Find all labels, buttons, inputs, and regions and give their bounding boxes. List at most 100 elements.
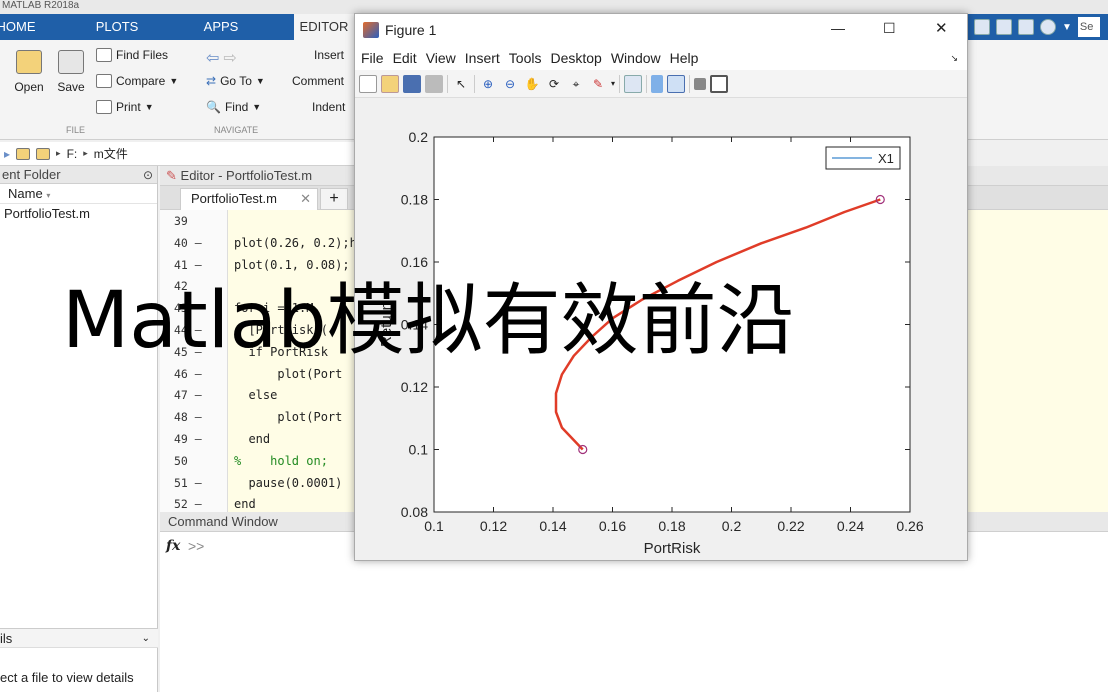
menu-edit[interactable]: Edit [393, 50, 417, 66]
menu-insert[interactable]: Insert [465, 50, 500, 66]
print-label: Print [116, 100, 141, 114]
name-column-header[interactable]: Name ▾ [0, 184, 157, 204]
open-file-icon[interactable] [381, 74, 399, 93]
chevron-down-icon[interactable]: ▾ [611, 79, 615, 88]
tab-home[interactable]: HOME [0, 14, 38, 40]
brush-icon[interactable]: ✎ [589, 75, 607, 93]
menu-help[interactable]: Help [670, 50, 699, 66]
find-button[interactable]: 🔍 Find ▼ [206, 100, 261, 114]
figure-titlebar[interactable]: Figure 1 — ☐ ✕ [355, 14, 967, 46]
code-line[interactable]: plot(Port [234, 367, 342, 381]
breadcrumb-drive[interactable]: F: [67, 147, 78, 161]
indent-button[interactable]: Indent [312, 100, 345, 114]
line-number: 48 — [174, 410, 202, 425]
menu-window[interactable]: Window [611, 50, 661, 66]
redo-icon[interactable] [996, 19, 1012, 35]
address-bar[interactable]: ▸ ▸ F: ▸ m文件 [0, 142, 360, 166]
print-button[interactable]: Print ▼ [96, 100, 154, 114]
save-button[interactable]: Save [54, 50, 88, 94]
legend-icon[interactable] [667, 74, 686, 93]
code-line[interactable]: plot(0.1, 0.08); [234, 258, 350, 272]
code-line[interactable]: plot(Port [234, 410, 342, 424]
y-tick-label: 0.2 [409, 129, 429, 145]
data-cursor-icon[interactable]: ⌖ [567, 75, 585, 93]
comment-button[interactable]: Comment [292, 74, 344, 88]
figure-window[interactable]: Figure 1 — ☐ ✕ File Edit View Insert Too… [354, 13, 968, 561]
pointer-icon[interactable]: ↖ [452, 75, 470, 93]
save-icon[interactable] [403, 74, 421, 93]
forward-arrow-icon[interactable]: ⇨ [223, 48, 236, 68]
insert-button[interactable]: Insert [314, 48, 344, 62]
code-line[interactable]: [PortRisk1( [234, 323, 327, 337]
rotate-icon[interactable]: ⟳ [545, 75, 563, 93]
panel-menu-icon[interactable]: ⊙ [143, 166, 153, 184]
x-tick-label: 0.24 [837, 518, 864, 534]
close-button[interactable]: ✕ [935, 19, 948, 37]
new-figure-icon[interactable] [359, 74, 377, 93]
y-tick-label: 0.12 [401, 379, 428, 395]
folder-icon[interactable] [16, 147, 31, 160]
new-tab-button[interactable]: + [320, 188, 348, 210]
zoom-in-icon[interactable]: ⊕ [479, 75, 497, 93]
y-tick-label: 0.18 [401, 192, 428, 208]
editor-title: Editor - PortfolioTest.m [180, 168, 313, 183]
menu-file[interactable]: File [361, 50, 384, 66]
compare-button[interactable]: Compare ▼ [96, 74, 178, 88]
close-icon[interactable]: ✕ [300, 189, 311, 209]
code-line[interactable]: pause(0.0001) [234, 476, 342, 490]
sort-icon: ▾ [46, 191, 51, 200]
tab-portfoliotest[interactable]: PortfolioTest.m ✕ [180, 188, 318, 210]
code-line[interactable]: if PortRisk [234, 345, 327, 359]
switch-windows-icon[interactable] [1018, 19, 1034, 35]
list-item[interactable]: PortfolioTest.m [0, 204, 157, 224]
code-line[interactable]: end [234, 432, 270, 446]
menu-view[interactable]: View [426, 50, 456, 66]
show-tools-icon[interactable] [710, 74, 729, 93]
folder-up-icon[interactable] [36, 147, 51, 160]
breadcrumb-folder[interactable]: m文件 [94, 145, 128, 162]
code-line[interactable]: else [234, 388, 277, 402]
figure-menubar: File Edit View Insert Tools Desktop Wind… [355, 46, 967, 70]
editor-icon: ✎ [166, 168, 177, 183]
minimize-button[interactable]: — [831, 20, 845, 36]
y-axis-label: Return [378, 302, 395, 347]
find-files-button[interactable]: Find Files [96, 48, 168, 62]
code-line[interactable]: end [234, 497, 256, 511]
fx-icon[interactable]: fx [166, 538, 180, 554]
chevron-right-icon: ▸ [83, 148, 88, 158]
print-icon[interactable] [425, 74, 443, 93]
go-to-button[interactable]: ⇄ Go To ▼ [206, 74, 265, 88]
undo-icon[interactable] [974, 19, 990, 35]
search-input[interactable]: Se [1077, 17, 1100, 37]
back-arrow-icon[interactable]: ⇦ [206, 48, 219, 68]
colorbar-icon[interactable] [651, 74, 664, 93]
dock-arrow-icon[interactable]: ↘ [950, 53, 958, 64]
tab-plots[interactable]: PLOTS [82, 14, 152, 40]
tab-apps[interactable]: APPS [186, 14, 256, 40]
line-number: 43 — [174, 301, 202, 316]
maximize-button[interactable]: ☐ [883, 20, 896, 37]
nav-arrow-icon[interactable]: ▸ [4, 147, 10, 161]
open-button[interactable]: Open [12, 50, 46, 94]
figure-canvas: 0.1 0.12 0.14 0.16 0.18 0.2 0.22 0.24 0.26 0.08 0.… [355, 98, 967, 560]
pan-icon[interactable]: ✋ [523, 75, 541, 93]
group-navigate-label: NAVIGATE [214, 125, 259, 135]
back-forward-buttons[interactable]: ⇦ ⇨ [206, 48, 237, 68]
help-icon[interactable] [1040, 19, 1056, 35]
hide-tools-icon[interactable] [694, 77, 707, 90]
details-header[interactable]: ils ⌄ [0, 628, 158, 648]
tab-editor[interactable]: EDITOR [294, 14, 354, 40]
zoom-out-icon[interactable]: ⊖ [501, 75, 519, 93]
code-line[interactable]: % hold on; [234, 454, 328, 468]
app-title: MATLAB R2018a [0, 0, 1108, 14]
link-plot-icon[interactable] [624, 74, 643, 93]
chevron-down-icon[interactable]: ⌄ [142, 629, 150, 649]
menu-tools[interactable]: Tools [509, 50, 542, 66]
toolbar-divider [474, 74, 475, 93]
code-line[interactable]: for i = 1:M [234, 301, 313, 315]
menu-desktop[interactable]: Desktop [550, 50, 601, 66]
code-line[interactable]: plot(0.26, 0.2);h [234, 236, 357, 250]
go-to-icon: ⇄ [206, 74, 217, 88]
x-axis-label: PortRisk [644, 540, 701, 557]
chevron-down-icon[interactable]: ▼ [1062, 22, 1072, 33]
